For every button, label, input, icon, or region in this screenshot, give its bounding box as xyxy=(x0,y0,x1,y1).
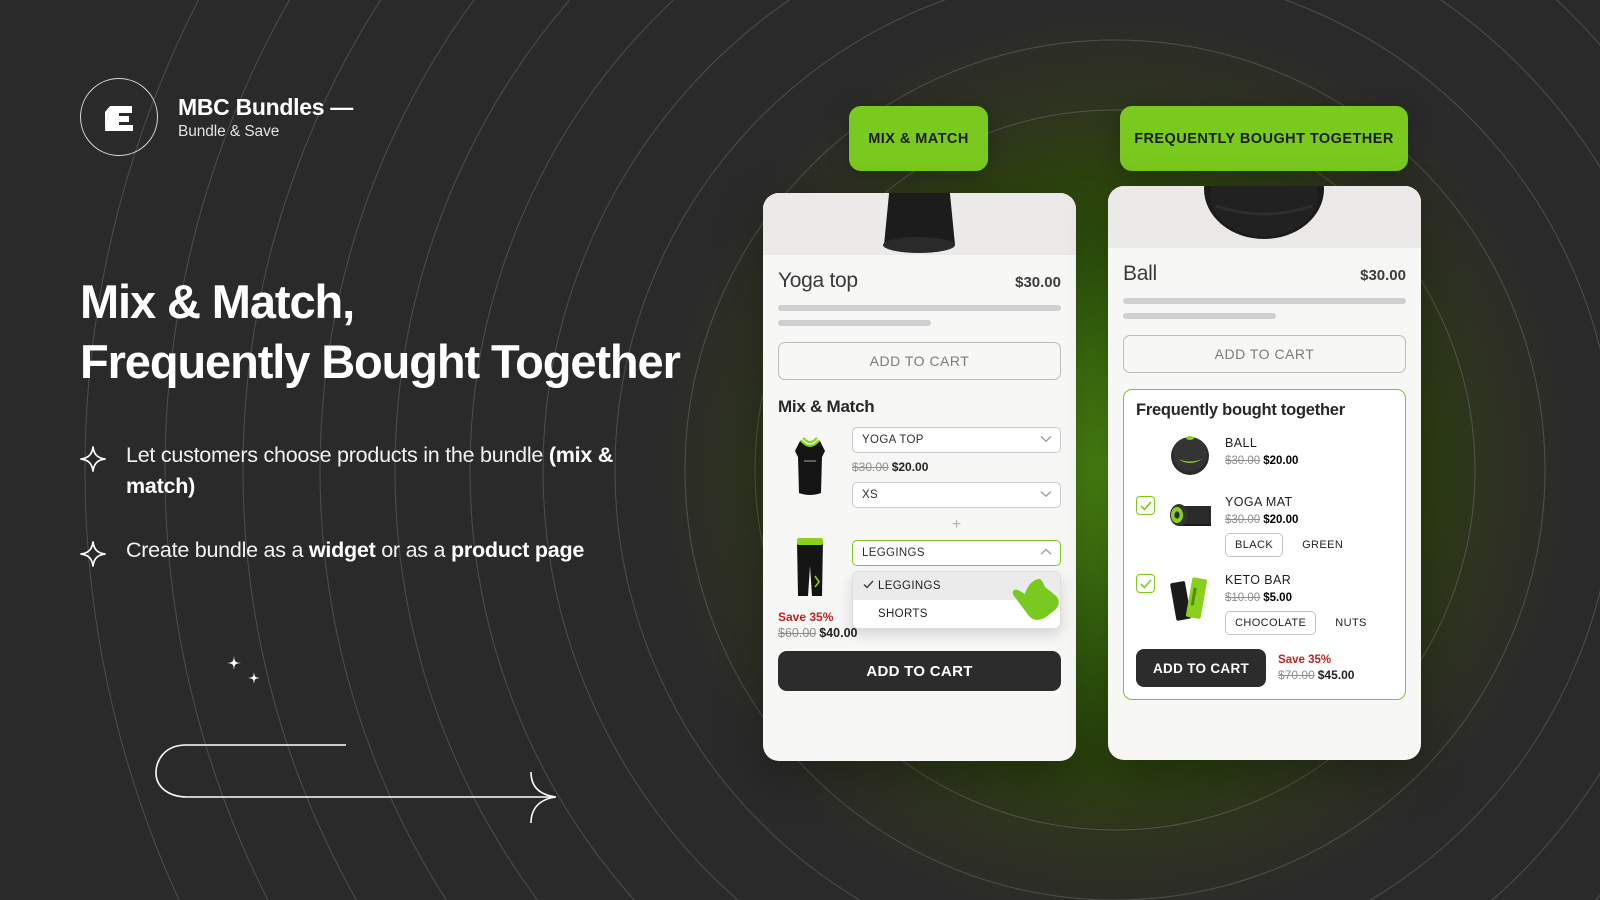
add-to-cart-bundle-button[interactable]: ADD TO CART xyxy=(778,651,1061,691)
check-icon xyxy=(1139,578,1152,589)
fbt-item-info: KETO BAR $10.00 $5.00 CHOCOLATE NUTS xyxy=(1225,570,1393,635)
add-to-cart-bundle-button[interactable]: ADD TO CART xyxy=(1136,649,1267,687)
variant-chip-chocolate[interactable]: CHOCOLATE xyxy=(1225,611,1317,635)
fbt-item-price: $30.00 $20.00 xyxy=(1225,514,1393,526)
item-price-new: $20.00 xyxy=(891,460,929,474)
bundle-total-old: $70.00 xyxy=(1278,668,1315,682)
list-item: + LEGGINGS LEGGINGS SHORTS xyxy=(778,508,1061,629)
chevron-down-icon xyxy=(1040,489,1052,501)
bundle-total-prices: $70.00 $45.00 xyxy=(1278,668,1354,682)
bundle-total-new: $45.00 xyxy=(1317,668,1355,682)
variant-chip-nuts[interactable]: NUTS xyxy=(1326,612,1376,634)
ball-product-photo xyxy=(1204,186,1324,239)
item-price-line: $30.00 $20.00 xyxy=(852,460,1061,474)
description-placeholder-bar xyxy=(778,320,931,326)
mix-match-product-card: Yoga top $30.00 ADD TO CART Mix & Match xyxy=(763,193,1076,761)
chevron-up-icon xyxy=(1040,547,1052,559)
fbt-item-price-old: $30.00 xyxy=(1225,514,1261,526)
check-icon xyxy=(1139,500,1152,511)
yoga-top-product-photo xyxy=(883,193,955,253)
fbt-item-name: YOGA MAT xyxy=(1225,495,1293,509)
product-select-value: LEGGINGS xyxy=(862,547,925,559)
description-placeholder-bar xyxy=(1123,313,1276,319)
size-select-value: XS xyxy=(862,489,879,501)
variant-chips: CHOCOLATE NUTS xyxy=(1225,611,1393,635)
add-to-cart-outline-button[interactable]: ADD TO CART xyxy=(778,342,1061,380)
fbt-item-price-old: $10.00 xyxy=(1225,592,1261,604)
fbt-item-price-old: $30.00 xyxy=(1225,455,1261,467)
description-placeholder-bar xyxy=(778,305,1061,311)
fbt-item-info: BALL $30.00 $20.00 xyxy=(1225,433,1393,467)
yoga-top-fields: YOGA TOP $30.00 $20.00 XS xyxy=(852,427,1061,508)
product-select-yoga-top[interactable]: YOGA TOP xyxy=(852,427,1061,453)
table-row: KETO BAR $10.00 $5.00 CHOCOLATE NUTS xyxy=(1136,570,1393,635)
fbt-card-body: Ball $30.00 ADD TO CART Frequently bough… xyxy=(1108,248,1421,700)
product-select-leggings[interactable]: LEGGINGS xyxy=(852,540,1061,566)
fbt-item-price: $10.00 $5.00 xyxy=(1225,592,1393,604)
medicine-ball-thumbnail xyxy=(1163,433,1217,479)
chevron-down-icon xyxy=(1040,434,1052,446)
fbt-item-price-new: $20.00 xyxy=(1263,514,1299,526)
fbt-item-info: YOGA MAT $30.00 $20.00 BLACK GREEN xyxy=(1225,492,1393,557)
checkbox-yoga-mat[interactable] xyxy=(1136,496,1155,515)
fbt-item-price-new: $20.00 xyxy=(1263,455,1299,467)
size-select-xs[interactable]: XS xyxy=(852,482,1061,508)
add-to-cart-outline-button[interactable]: ADD TO CART xyxy=(1123,335,1406,373)
fbt-panel-title: Frequently bought together xyxy=(1136,401,1345,419)
bundle-savings-block: Save 35% $70.00 $45.00 xyxy=(1278,654,1354,682)
leggings-fields: + LEGGINGS LEGGINGS SHORTS xyxy=(852,508,1061,629)
check-icon xyxy=(863,580,878,592)
fbt-footer: ADD TO CART Save 35% $70.00 $45.00 xyxy=(1136,649,1393,687)
fbt-item-name: KETO BAR xyxy=(1225,573,1292,587)
checkbox-placeholder xyxy=(1136,437,1155,456)
list-item: YOGA TOP $30.00 $20.00 XS xyxy=(778,427,1061,508)
item-price-old: $30.00 xyxy=(852,460,889,474)
keto-bar-thumbnail xyxy=(1163,570,1217,622)
checkbox-keto-bar[interactable] xyxy=(1136,574,1155,593)
dropdown-option-label: LEGGINGS xyxy=(878,580,941,592)
leggings-thumbnail xyxy=(778,526,842,600)
product-price: $30.00 xyxy=(1360,267,1406,284)
mix-match-section-title: Mix & Match xyxy=(778,397,875,416)
product-header-row: Ball $30.00 xyxy=(1123,248,1406,286)
fbt-item-price: $30.00 $20.00 xyxy=(1225,455,1393,467)
fbt-item-price-new: $5.00 xyxy=(1263,592,1292,604)
variant-chips: BLACK GREEN xyxy=(1225,533,1393,557)
yoga-mat-thumbnail xyxy=(1163,492,1217,532)
product-hero-image xyxy=(1108,186,1421,248)
product-hero-image xyxy=(763,193,1076,255)
mix-match-items: YOGA TOP $30.00 $20.00 XS + LEGGINGS LEG… xyxy=(778,427,1061,629)
product-price: $30.00 xyxy=(1015,274,1061,291)
description-placeholder-bar xyxy=(1123,298,1406,304)
product-name: Ball xyxy=(1123,262,1157,285)
table-row: YOGA MAT $30.00 $20.00 BLACK GREEN xyxy=(1136,492,1393,557)
save-badge: Save 35% xyxy=(1278,654,1332,666)
hand-pointer-cursor-icon xyxy=(1009,576,1063,627)
variant-chip-black[interactable]: BLACK xyxy=(1225,533,1284,557)
plus-separator: + xyxy=(951,516,962,533)
dropdown-option-label: SHORTS xyxy=(878,608,928,620)
table-row: BALL $30.00 $20.00 xyxy=(1136,433,1393,479)
product-select-value: YOGA TOP xyxy=(862,434,924,446)
tab-mix-and-match[interactable]: MIX & MATCH xyxy=(849,106,988,171)
variant-chip-green[interactable]: GREEN xyxy=(1293,534,1352,556)
fbt-item-name: BALL xyxy=(1225,436,1258,450)
bundle-total-new: $40.00 xyxy=(819,626,858,640)
tab-frequently-bought-together[interactable]: FREQUENTLY BOUGHT TOGETHER xyxy=(1120,106,1408,171)
yoga-top-thumbnail xyxy=(778,427,842,499)
product-header-row: Yoga top $30.00 xyxy=(778,255,1061,293)
fbt-panel: Frequently bought together BALL $30.00 $… xyxy=(1123,389,1406,700)
frequently-bought-together-card: Ball $30.00 ADD TO CART Frequently bough… xyxy=(1108,186,1421,760)
mix-match-card-body: Yoga top $30.00 ADD TO CART Mix & Match xyxy=(763,255,1076,691)
product-name: Yoga top xyxy=(778,269,858,292)
product-preview-stage: MIX & MATCH FREQUENTLY BOUGHT TOGETHER Y… xyxy=(0,0,1600,900)
bundle-total-old: $60.00 xyxy=(778,626,817,640)
